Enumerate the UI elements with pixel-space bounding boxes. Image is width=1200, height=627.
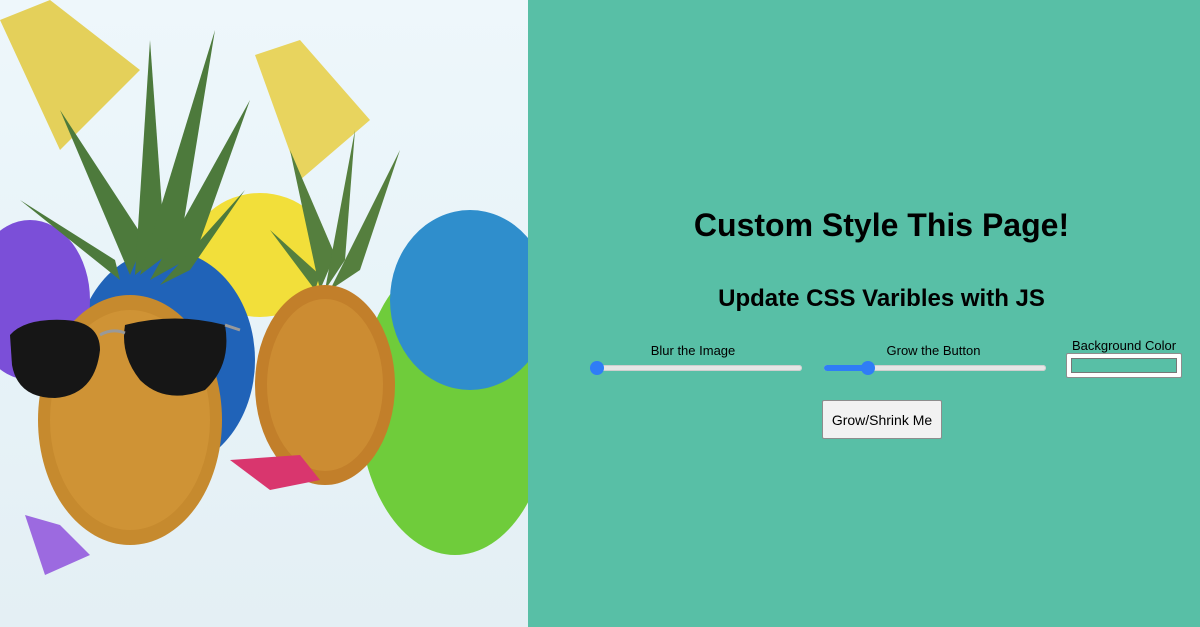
blur-label: Blur the Image: [650, 343, 736, 358]
grow-label: Grow the Button: [886, 343, 981, 358]
color-swatch: [1071, 358, 1177, 373]
controls-panel: Custom Style This Page! Update CSS Varib…: [528, 0, 1200, 627]
page-subtitle: Update CSS Varibles with JS: [718, 285, 1045, 312]
grow-shrink-button[interactable]: Grow/Shrink Me: [822, 400, 942, 439]
pineapple-illustration: [0, 0, 528, 575]
page-title: Custom Style This Page!: [693, 207, 1070, 243]
grow-slider-thumb[interactable]: [861, 361, 876, 375]
blur-slider-thumb[interactable]: [590, 361, 604, 375]
grow-slider[interactable]: [824, 361, 1046, 375]
party-pineapple-image: [0, 0, 528, 627]
page: Custom Style This Page! Update CSS Varib…: [0, 0, 1200, 627]
background-color-picker[interactable]: [1066, 353, 1182, 378]
background-color-label: Background Color: [1071, 338, 1177, 353]
blur-slider[interactable]: [590, 361, 802, 375]
